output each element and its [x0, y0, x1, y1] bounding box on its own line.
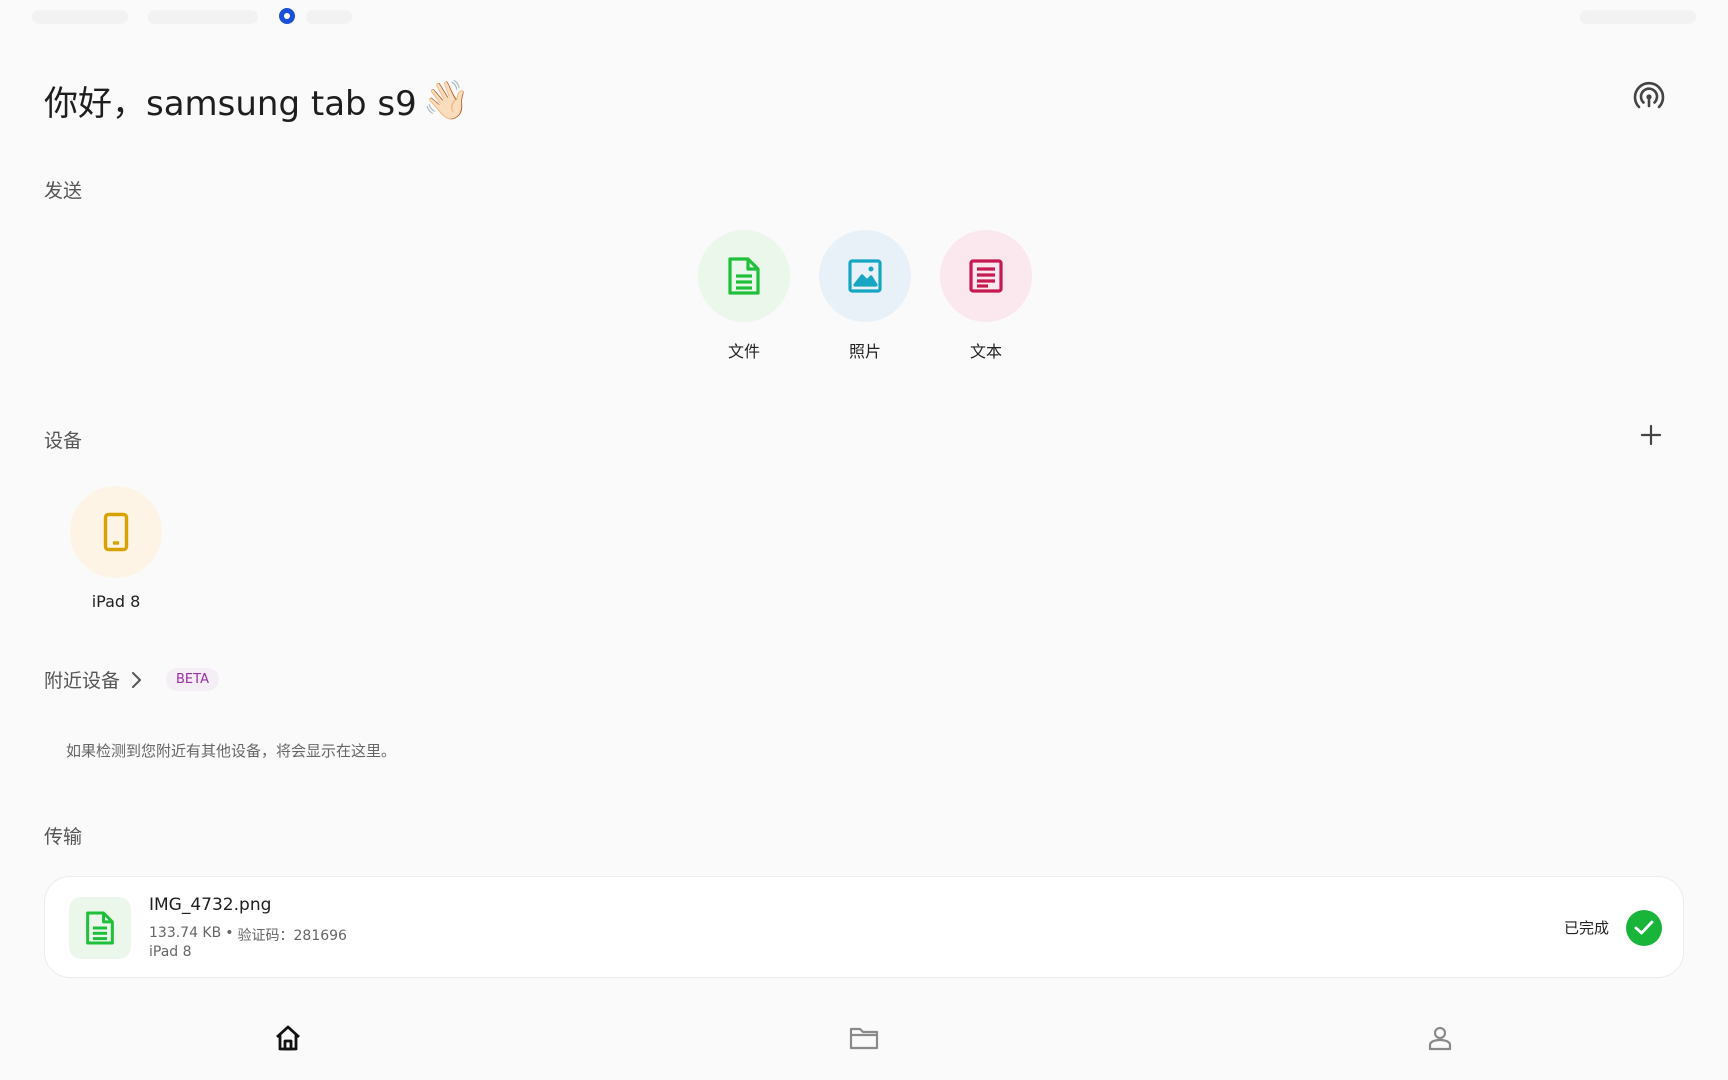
nearby-devices-link[interactable]: 附近设备 BETA [44, 666, 219, 693]
transfer-file-meta: 133.74 KB • 验证码：281696 [149, 925, 347, 945]
transfer-verify-code: 验证码：281696 [237, 928, 347, 944]
wave-emoji: 👋🏻 [422, 78, 471, 122]
send-photo-button[interactable]: 照片 [819, 230, 911, 362]
file-icon [86, 911, 114, 945]
home-icon [276, 1025, 300, 1051]
greeting-text: 你好，samsung tab s9 [44, 84, 417, 124]
notification-icon [279, 8, 295, 24]
transfer-status: 已完成 [1564, 919, 1610, 937]
device-label: iPad 8 [91, 592, 141, 611]
meta-separator: • [225, 925, 234, 941]
check-icon [1626, 910, 1662, 946]
send-photo-label: 照片 [848, 342, 881, 361]
chevron-right-icon [132, 671, 142, 688]
nav-home[interactable] [268, 1018, 308, 1058]
send-file-label: 文件 [727, 342, 760, 361]
send-text-circle [940, 230, 1032, 322]
nav-files[interactable] [844, 1018, 884, 1058]
status-bar-battery [1580, 10, 1696, 24]
send-text-label: 文本 [969, 342, 1002, 361]
bottom-nav [0, 1000, 1728, 1080]
status-bar-extra [306, 10, 352, 24]
device-circle [70, 486, 162, 578]
status-bar [0, 0, 1728, 34]
status-bar-time [32, 10, 128, 24]
phone-icon [103, 512, 129, 552]
transfer-item[interactable]: IMG_4732.png 133.74 KB • 验证码：281696 iPad… [44, 876, 1684, 978]
send-section-title: 发送 [44, 180, 83, 202]
nearby-hint: 如果检测到您附近有其他设备，将会显示在这里。 [66, 742, 397, 760]
status-bar-info [148, 10, 258, 24]
beta-badge: BETA [166, 668, 219, 691]
send-options: 文件 照片 文本 [698, 230, 1032, 362]
transfers-section-title: 传输 [44, 826, 83, 848]
send-photo-circle [819, 230, 911, 322]
transfer-file-name: IMG_4732.png [149, 895, 272, 915]
image-icon [848, 259, 882, 293]
transfer-file-size: 133.74 KB [149, 925, 222, 941]
nearby-section-title: 附近设备 [44, 670, 121, 692]
send-file-circle [698, 230, 790, 322]
radar-icon[interactable] [1632, 80, 1666, 114]
device-ipad-8[interactable]: iPad 8 [70, 486, 162, 611]
user-icon [1428, 1026, 1452, 1051]
send-file-button[interactable]: 文件 [698, 230, 790, 362]
transfer-device: iPad 8 [149, 944, 192, 960]
nav-profile[interactable] [1420, 1018, 1460, 1058]
folder-icon [849, 1027, 879, 1050]
greeting: 你好，samsung tab s9 👋🏻 [44, 76, 470, 125]
devices-section-title: 设备 [44, 430, 83, 452]
text-icon [969, 259, 1003, 293]
plus-icon[interactable] [1640, 424, 1662, 446]
file-icon [728, 257, 760, 295]
transfer-file-icon-box [69, 897, 131, 959]
send-text-button[interactable]: 文本 [940, 230, 1032, 362]
